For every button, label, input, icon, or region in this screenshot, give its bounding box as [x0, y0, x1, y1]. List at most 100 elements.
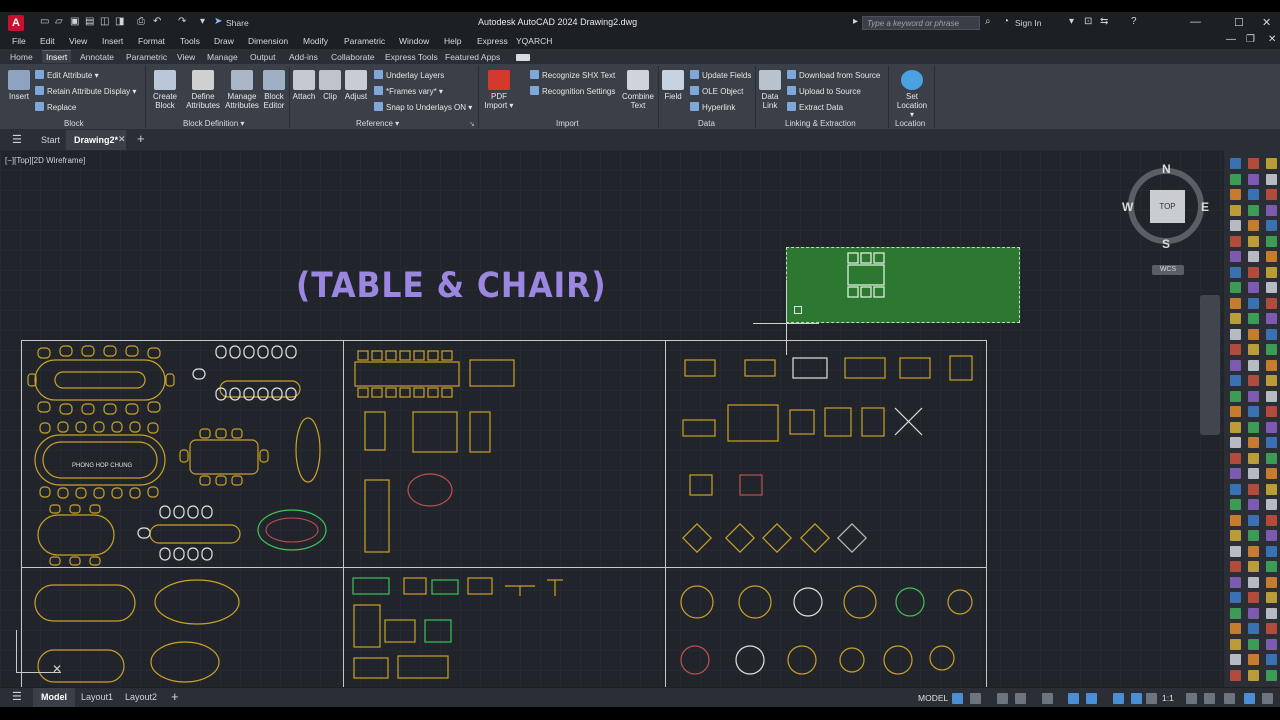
- search-icon[interactable]: ⌕: [985, 16, 991, 30]
- oval-table-vertical[interactable]: [295, 417, 321, 483]
- menu-draw[interactable]: Draw: [214, 36, 234, 46]
- tool-palette-icon[interactable]: [1266, 359, 1277, 371]
- data-link-button[interactable]: Data Link: [758, 70, 782, 110]
- block-editor-button[interactable]: Block Editor: [261, 70, 287, 110]
- tool-palette-icon[interactable]: [1266, 282, 1277, 293]
- edit-attribute-button[interactable]: Edit Attribute ▾: [35, 70, 99, 80]
- tool-palette-icon[interactable]: [1266, 421, 1277, 433]
- tool-palette-icon[interactable]: [1230, 468, 1241, 479]
- menu-file[interactable]: File: [12, 36, 26, 46]
- viewcube-east[interactable]: E: [1201, 200, 1209, 214]
- tool-palette-icon[interactable]: [1230, 592, 1241, 603]
- oval-table[interactable]: [154, 579, 240, 625]
- reference-launcher-icon[interactable]: ↘: [469, 120, 475, 128]
- tool-palette-icon[interactable]: [1266, 530, 1277, 541]
- redo-icon[interactable]: ↷: [178, 16, 186, 30]
- menu-dimension[interactable]: Dimension: [248, 36, 288, 46]
- tool-palette-icon[interactable]: [1230, 421, 1241, 433]
- tool-palette-icon[interactable]: [1248, 328, 1259, 340]
- tab-output[interactable]: Output: [250, 52, 276, 62]
- tool-palette-icon[interactable]: [1248, 406, 1259, 417]
- combine-text-button[interactable]: Combine Text: [620, 70, 656, 110]
- workspace-gear-icon[interactable]: [1186, 693, 1197, 704]
- layout-menu-icon[interactable]: ☰: [12, 690, 22, 703]
- tool-palette-icon[interactable]: [1266, 204, 1277, 216]
- recognition-settings-button[interactable]: Recognition Settings: [530, 86, 615, 96]
- rect-table-vertical[interactable]: [469, 411, 491, 453]
- tool-palette-icon[interactable]: [1248, 530, 1259, 541]
- menu-tools[interactable]: Tools: [180, 36, 200, 46]
- tool-palette-icon[interactable]: [1248, 576, 1259, 588]
- tool-palette-icon[interactable]: [1248, 359, 1259, 371]
- tool-palette-icon[interactable]: [1230, 669, 1241, 681]
- tool-palette-icon[interactable]: [1230, 173, 1241, 185]
- tool-palette-icon[interactable]: [1230, 483, 1241, 495]
- autocad-logo[interactable]: A: [8, 15, 24, 31]
- oval-table-small[interactable]: [37, 514, 115, 556]
- new-icon[interactable]: ▭: [40, 16, 49, 30]
- tool-palette-icon[interactable]: [1248, 545, 1259, 557]
- retain-attribute-display-button[interactable]: Retain Attribute Display ▾: [35, 86, 136, 96]
- tab-close-icon[interactable]: ✕: [118, 134, 126, 145]
- tool-palette-icon[interactable]: [1230, 251, 1241, 262]
- update-fields-button[interactable]: Update Fields: [690, 70, 751, 80]
- tool-palette-icon[interactable]: [1266, 266, 1277, 278]
- tool-palette-icon[interactable]: [1230, 576, 1241, 588]
- tab-start[interactable]: Start: [41, 135, 60, 145]
- hamburger-menu-icon[interactable]: ☰: [12, 133, 22, 146]
- rect-table-vertical[interactable]: [364, 411, 386, 451]
- oval-table[interactable]: [37, 649, 125, 683]
- oval-table[interactable]: [150, 641, 220, 683]
- open-icon[interactable]: ▱: [55, 16, 63, 30]
- tool-palette-icon[interactable]: [1266, 499, 1277, 510]
- small-table-white[interactable]: [792, 357, 828, 379]
- qat-dropdown-icon[interactable]: ▾: [200, 16, 205, 30]
- tool-palette-icon[interactable]: [1248, 561, 1259, 572]
- tool-palette-icon[interactable]: [1248, 297, 1259, 309]
- tool-palette-icon[interactable]: [1266, 452, 1277, 464]
- menu-format[interactable]: Format: [138, 36, 165, 46]
- tab-express-tools[interactable]: Express Tools: [385, 52, 438, 62]
- snap-mode-icon[interactable]: [970, 693, 981, 704]
- tool-palette-icon[interactable]: [1248, 189, 1259, 200]
- tab-parametric[interactable]: Parametric: [126, 52, 167, 62]
- tab-collaborate[interactable]: Collaborate: [331, 52, 374, 62]
- grid-icon[interactable]: [952, 693, 963, 704]
- square-table[interactable]: [689, 474, 713, 496]
- annotation-plus-icon[interactable]: [1204, 693, 1215, 704]
- tool-palette-icon[interactable]: [1266, 561, 1277, 572]
- viewcube-south[interactable]: S: [1162, 237, 1170, 251]
- tab-layout1[interactable]: Layout1: [81, 692, 113, 702]
- menu-modify[interactable]: Modify: [303, 36, 328, 46]
- tool-palette-icon[interactable]: [1230, 297, 1241, 309]
- tool-palette-icon[interactable]: [1266, 406, 1277, 417]
- small-table[interactable]: [949, 355, 973, 381]
- menu-insert[interactable]: Insert: [102, 36, 123, 46]
- tool-palette-icon[interactable]: [1230, 514, 1241, 526]
- clip-button[interactable]: Clip: [319, 70, 341, 101]
- annotation-visibility-icon[interactable]: [1113, 693, 1124, 704]
- block-definition-panel-title[interactable]: Block Definition ▾: [183, 119, 244, 128]
- download-from-source-button[interactable]: Download from Source: [787, 70, 880, 80]
- user-icon[interactable]: ◔: [1003, 16, 1009, 30]
- tool-palette-icon[interactable]: [1248, 158, 1259, 169]
- doc-close-icon[interactable]: ✕: [1268, 34, 1276, 45]
- tool-palette-icon[interactable]: [1248, 390, 1259, 402]
- viewcube-top-face[interactable]: TOP: [1150, 190, 1185, 223]
- plot-icon[interactable]: ⎙: [137, 16, 145, 30]
- tool-palette-icon[interactable]: [1266, 514, 1277, 526]
- menu-parametric[interactable]: Parametric: [344, 36, 385, 46]
- tool-palette-icon[interactable]: [1248, 235, 1259, 247]
- tool-palette-icon[interactable]: [1248, 375, 1259, 386]
- tool-palette-icon[interactable]: [1248, 669, 1259, 681]
- recognize-shx-text-button[interactable]: Recognize SHX Text: [530, 70, 615, 80]
- isodraft-icon[interactable]: [1042, 693, 1053, 704]
- tab-insert[interactable]: Insert: [42, 50, 72, 63]
- tool-palette-icon[interactable]: [1230, 607, 1241, 619]
- tool-palette-icon[interactable]: [1248, 204, 1259, 216]
- tool-palette-icon[interactable]: [1248, 452, 1259, 464]
- rect-table[interactable]: [469, 359, 515, 387]
- underlay-layers-button[interactable]: Underlay Layers: [374, 70, 444, 80]
- tool-palette-icon[interactable]: [1230, 189, 1241, 200]
- menu-view[interactable]: View: [69, 36, 87, 46]
